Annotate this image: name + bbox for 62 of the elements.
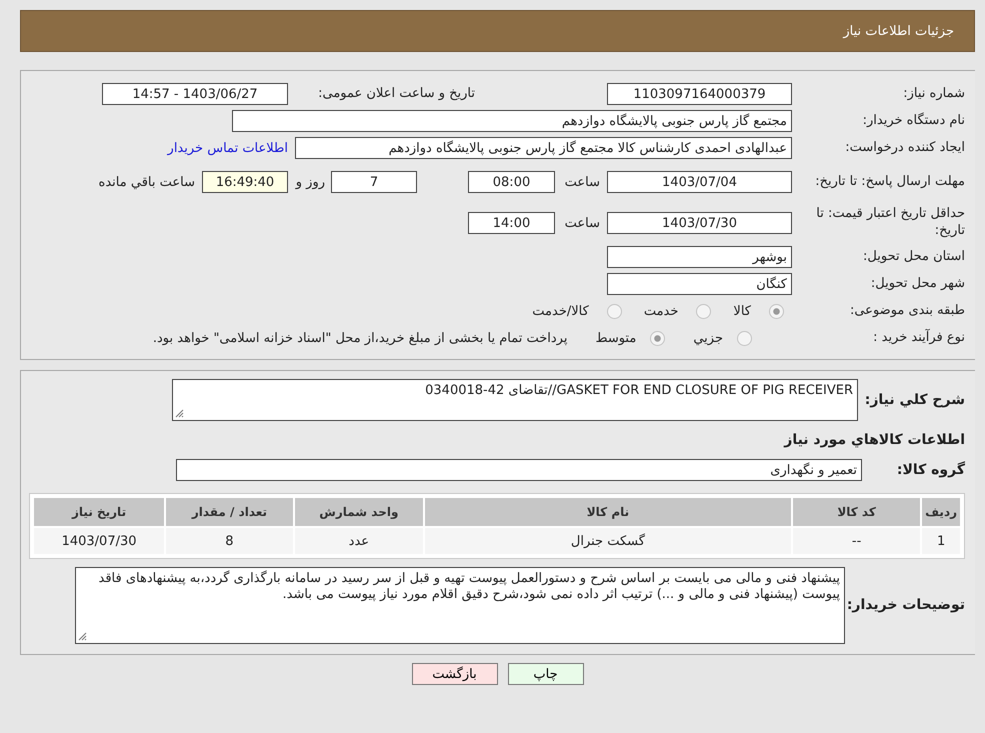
print-button[interactable]: چاپ xyxy=(508,663,584,685)
page-header: جزئیات اطلاعات نیاز xyxy=(20,10,975,52)
resize-grip-icon xyxy=(175,409,184,418)
city-field: کنگان xyxy=(607,273,792,295)
field-label: شماره نیاز: xyxy=(902,86,965,102)
table-cell: -- xyxy=(792,528,920,554)
column-header: ردیف xyxy=(922,498,960,526)
radio-label: متوسط xyxy=(595,330,636,346)
column-header: واحد شمارش xyxy=(294,498,423,526)
column-header: نام کالا xyxy=(424,498,791,526)
field-label: گروه کالا: xyxy=(896,460,965,480)
table-cell: عدد xyxy=(294,528,423,554)
column-header: تعداد / مقدار xyxy=(166,498,293,526)
announce-date-field: 1403/06/27 - 14:57 xyxy=(102,83,288,105)
need-number-field: 1103097164000379 xyxy=(607,83,792,105)
field-label: شهر محل تحویل: xyxy=(870,276,965,292)
column-header: تاریخ نیاز xyxy=(34,498,164,526)
table-cell: 1403/07/30 xyxy=(34,528,164,554)
field-label: مهلت ارسال پاسخ: تا تاریخ: xyxy=(814,174,965,190)
contact-link[interactable]: اطلاعات تماس خریدار xyxy=(168,140,288,156)
radio-button[interactable] xyxy=(769,304,784,318)
province-field: بوشهر xyxy=(607,246,792,268)
radio-button[interactable] xyxy=(696,304,712,318)
table-cell: 1 xyxy=(922,528,960,554)
field-label: ایجاد کننده درخواست: xyxy=(844,140,965,156)
date-field: 1403/07/30 xyxy=(607,212,792,234)
time-label: ساعت xyxy=(564,174,600,190)
radio-label: کالا xyxy=(733,304,751,318)
field-label: طبقه بندی موضوعی: xyxy=(848,302,965,320)
remaining-time-field: 16:49:40 xyxy=(202,171,288,193)
payment-note: پرداخت تمام یا بخشی از مبلغ خرید،از محل "اسناد خزانه اسلامی" خواهد بود. xyxy=(152,330,568,346)
notes-box[interactable]: پیشنهاد فنی و مالی می بایست بر اساس شرح و دستورالعمل پیوست تهیه و قبل از سر رسید در سامانه بارگذاری گردد،به پیشنهادهای فاقد پیوست (پیشنهاد فنی و مالی و ...) ترتیب اثر داده نمی شود،شرح دقیق اقلام مورد نیاز پیوست می باشد. xyxy=(75,567,845,644)
description-box[interactable]: GASKET FOR END CLOSURE OF PIG RECEIVER//تقاضای 42-0340018 xyxy=(172,379,858,421)
radio-button[interactable] xyxy=(650,330,666,346)
creator-field: عبدالهادی احمدی کارشناس کالا مجتمع گاز پارس جنوبی پالایشگاه دوازدهم xyxy=(295,137,792,159)
field-label: نوع فرآیند خرید : xyxy=(872,330,965,346)
field-label: توضیحات خریدار: xyxy=(846,596,965,615)
radio-label: جزيي xyxy=(693,330,723,346)
goods-group-field: تعمیر و نگهداری xyxy=(176,459,862,481)
date-field: 1403/07/04 xyxy=(607,171,792,193)
time-label: ساعت xyxy=(564,216,600,230)
buyer-field: مجتمع گاز پارس جنوبی پالایشگاه دوازدهم xyxy=(232,110,792,132)
time-field: 08:00 xyxy=(468,171,555,193)
column-header: کد کالا xyxy=(792,498,920,526)
radio-button[interactable] xyxy=(606,304,622,318)
field-label: حداقل تاریخ اعتبار قیمت: تا تاریخ: xyxy=(815,206,965,240)
table-cell: 8 xyxy=(166,528,293,554)
radio-label: کالا/خدمت xyxy=(532,304,589,318)
field-label: نام دستگاه خریدار: xyxy=(862,112,965,130)
days-label: روز و xyxy=(294,174,325,190)
back-button[interactable]: بازگشت xyxy=(412,663,498,685)
table-cell: گسکت جنرال xyxy=(424,528,791,554)
field-label: شرح کلي نیاز: xyxy=(864,390,965,410)
section-heading: اطلاعات کالاهاي مورد نیاز xyxy=(782,430,965,450)
field-label: استان محل تحویل: xyxy=(862,248,965,266)
field-label: تاریخ و ساعت اعلان عمومی: xyxy=(317,86,475,102)
days-field: 7 xyxy=(331,171,417,193)
resize-grip-icon xyxy=(78,632,87,641)
time-field: 14:00 xyxy=(468,212,555,234)
remaining-label: ساعت باقي مانده xyxy=(98,174,195,190)
radio-button[interactable] xyxy=(737,330,752,346)
radio-label: خدمت xyxy=(644,304,678,318)
